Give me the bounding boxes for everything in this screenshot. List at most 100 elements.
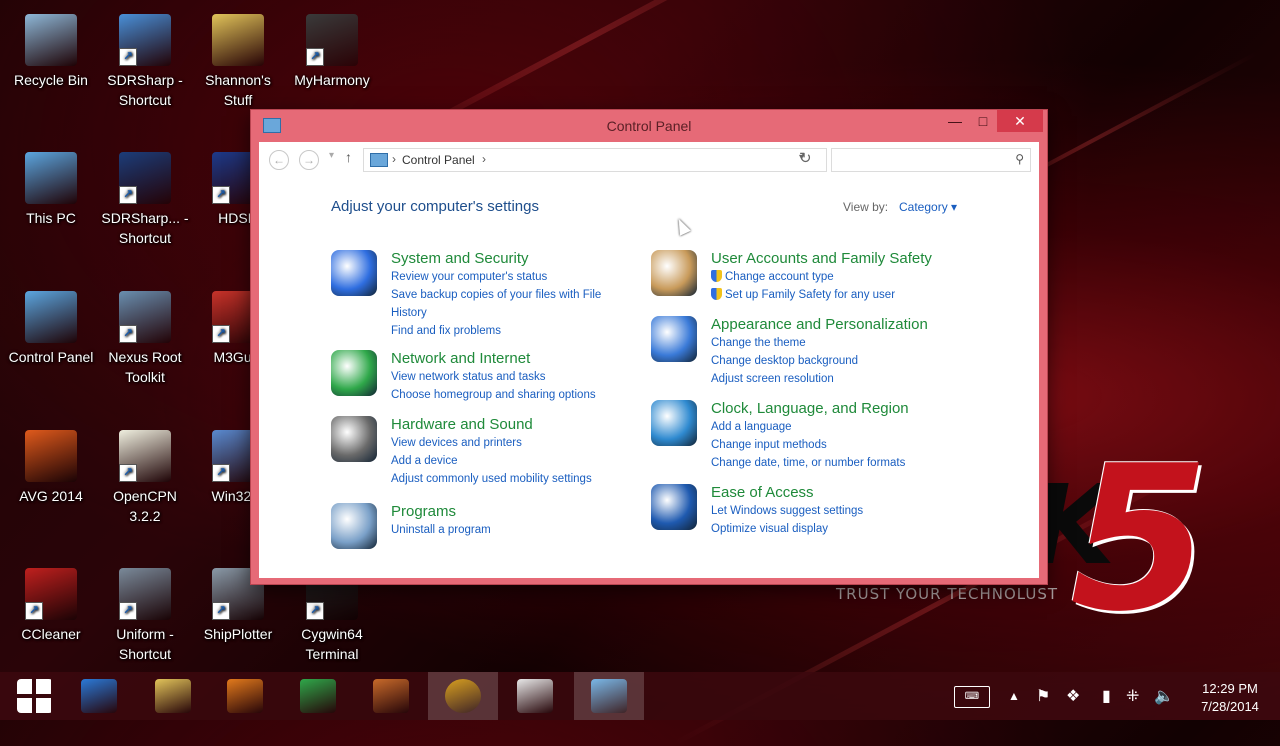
recent-locations-icon[interactable]: ▾: [329, 150, 334, 161]
category-link[interactable]: Change input methods: [711, 437, 827, 453]
address-bar[interactable]: › Control Panel › ▾: [363, 148, 827, 172]
category-icon[interactable]: [651, 316, 697, 362]
category-link[interactable]: Change desktop background: [711, 353, 858, 369]
taskbar-clock[interactable]: 12:29 PM 7/28/2014: [1190, 680, 1270, 716]
taskbar-button[interactable]: [210, 672, 280, 720]
category-link-text[interactable]: Optimize visual display: [711, 523, 828, 535]
breadcrumb-chevron-icon[interactable]: ›: [392, 152, 396, 166]
category-title[interactable]: Ease of Access: [711, 484, 814, 501]
category-link[interactable]: Change date, time, or number formats: [711, 455, 905, 471]
category-link[interactable]: Adjust screen resolution: [711, 371, 834, 387]
volume-icon[interactable]: 🔈: [1154, 686, 1174, 706]
desktop-icon[interactable]: ↗ MyHarmony: [286, 14, 378, 90]
category-link-text[interactable]: Change account type: [725, 271, 834, 283]
category-link-text[interactable]: Change the theme: [711, 337, 806, 349]
category-link-text[interactable]: Review your computer's status: [391, 271, 547, 283]
forward-arrow-icon[interactable]: →: [299, 150, 319, 170]
back-arrow-icon[interactable]: ←: [269, 150, 289, 170]
category-link[interactable]: Choose homegroup and sharing options: [391, 387, 596, 403]
category-link[interactable]: Set up Family Safety for any user: [711, 287, 895, 303]
category-link-text[interactable]: Adjust commonly used mobility settings: [391, 473, 592, 485]
category-title[interactable]: Programs: [391, 503, 456, 520]
breadcrumb-chevron-icon[interactable]: ›: [482, 152, 486, 166]
minimize-button[interactable]: —: [941, 110, 969, 132]
category-link-text[interactable]: Set up Family Safety for any user: [725, 289, 895, 301]
category-icon[interactable]: [331, 416, 377, 462]
category-link-text[interactable]: Change desktop background: [711, 355, 858, 367]
maximize-button[interactable]: □: [969, 110, 997, 132]
taskbar-button[interactable]: [64, 672, 134, 720]
taskbar-button[interactable]: [283, 672, 353, 720]
show-hidden-icons-icon[interactable]: ▲: [1008, 689, 1020, 703]
category-link[interactable]: Add a device: [391, 453, 458, 469]
close-button[interactable]: ✕: [997, 110, 1043, 132]
category-title[interactable]: User Accounts and Family Safety: [711, 250, 932, 267]
battery-icon[interactable]: ▮: [1102, 686, 1111, 706]
category-link-text[interactable]: Change input methods: [711, 439, 827, 451]
desktop-icon[interactable]: Control Panel: [5, 291, 97, 367]
category-link[interactable]: History: [391, 305, 427, 321]
category-title[interactable]: System and Security: [391, 250, 529, 267]
category-link[interactable]: View network status and tasks: [391, 369, 545, 385]
category-link-text[interactable]: View devices and printers: [391, 437, 522, 449]
desktop-icon[interactable]: ↗ Uniform - Shortcut: [99, 568, 191, 664]
taskbar-button[interactable]: [428, 672, 498, 720]
category-icon[interactable]: [651, 250, 697, 296]
taskbar-button[interactable]: [500, 672, 570, 720]
category-link-text[interactable]: Add a device: [391, 455, 458, 467]
category-link[interactable]: Change the theme: [711, 335, 806, 351]
desktop-icon[interactable]: ↗ CCleaner: [5, 568, 97, 644]
category-link-text[interactable]: Let Windows suggest settings: [711, 505, 863, 517]
category-link-text[interactable]: Choose homegroup and sharing options: [391, 389, 596, 401]
dropbox-icon[interactable]: ❖: [1066, 686, 1080, 706]
network-signal-icon[interactable]: ⁜: [1126, 686, 1139, 706]
category-link-text[interactable]: Adjust screen resolution: [711, 373, 834, 385]
category-link[interactable]: Find and fix problems: [391, 323, 501, 339]
desktop-icon[interactable]: ↗ OpenCPN 3.2.2: [99, 430, 191, 526]
category-link[interactable]: Add a language: [711, 419, 792, 435]
category-link[interactable]: Optimize visual display: [711, 521, 828, 537]
category-icon[interactable]: [651, 400, 697, 446]
search-input[interactable]: ⚲: [831, 148, 1031, 172]
category-link[interactable]: Adjust commonly used mobility settings: [391, 471, 592, 487]
taskbar-button[interactable]: [138, 672, 208, 720]
category-icon[interactable]: [331, 250, 377, 296]
view-by-value[interactable]: Category: [899, 200, 948, 214]
action-center-flag-icon[interactable]: ⚑: [1036, 686, 1050, 706]
category-link-text[interactable]: Add a language: [711, 421, 792, 433]
category-link[interactable]: Uninstall a program: [391, 522, 491, 538]
desktop-icon[interactable]: ↗ Nexus Root Toolkit: [99, 291, 191, 387]
up-arrow-icon[interactable]: ↑: [345, 149, 352, 165]
taskbar-button[interactable]: [356, 672, 426, 720]
refresh-icon[interactable]: ↻: [799, 149, 812, 167]
category-title[interactable]: Hardware and Sound: [391, 416, 533, 433]
category-link-text[interactable]: Uninstall a program: [391, 524, 491, 536]
category-link-text[interactable]: View network status and tasks: [391, 371, 545, 383]
category-link[interactable]: Review your computer's status: [391, 269, 547, 285]
taskbar-button[interactable]: [574, 672, 644, 720]
category-link[interactable]: Let Windows suggest settings: [711, 503, 863, 519]
window-titlebar[interactable]: Control Panel — □ ✕: [251, 110, 1047, 140]
category-title[interactable]: Appearance and Personalization: [711, 316, 928, 333]
category-link[interactable]: Change account type: [711, 269, 834, 285]
desktop-icon[interactable]: ↗ SDRSharp... - Shortcut: [99, 152, 191, 248]
desktop-icon[interactable]: This PC: [5, 152, 97, 228]
category-title[interactable]: Clock, Language, and Region: [711, 400, 909, 417]
desktop-icon[interactable]: AVG 2014: [5, 430, 97, 506]
category-icon[interactable]: [331, 503, 377, 549]
category-link-text[interactable]: Change date, time, or number formats: [711, 457, 905, 469]
desktop-icon[interactable]: Shannon's Stuff: [192, 14, 284, 110]
category-icon[interactable]: [651, 484, 697, 530]
keyboard-icon[interactable]: ⌨: [954, 686, 990, 708]
category-title[interactable]: Network and Internet: [391, 350, 530, 367]
breadcrumb-control-panel[interactable]: Control Panel: [402, 153, 475, 167]
desktop-icon[interactable]: ↗ SDRSharp - Shortcut: [99, 14, 191, 110]
category-icon[interactable]: [331, 350, 377, 396]
search-icon[interactable]: ⚲: [1015, 152, 1024, 166]
category-link[interactable]: View devices and printers: [391, 435, 522, 451]
desktop-icon[interactable]: Recycle Bin: [5, 14, 97, 90]
view-by-dropdown[interactable]: Category ▾: [899, 200, 957, 214]
category-link-text[interactable]: History: [391, 307, 427, 319]
category-link-text[interactable]: Save backup copies of your files with Fi…: [391, 289, 601, 301]
category-link[interactable]: Save backup copies of your files with Fi…: [391, 287, 601, 303]
